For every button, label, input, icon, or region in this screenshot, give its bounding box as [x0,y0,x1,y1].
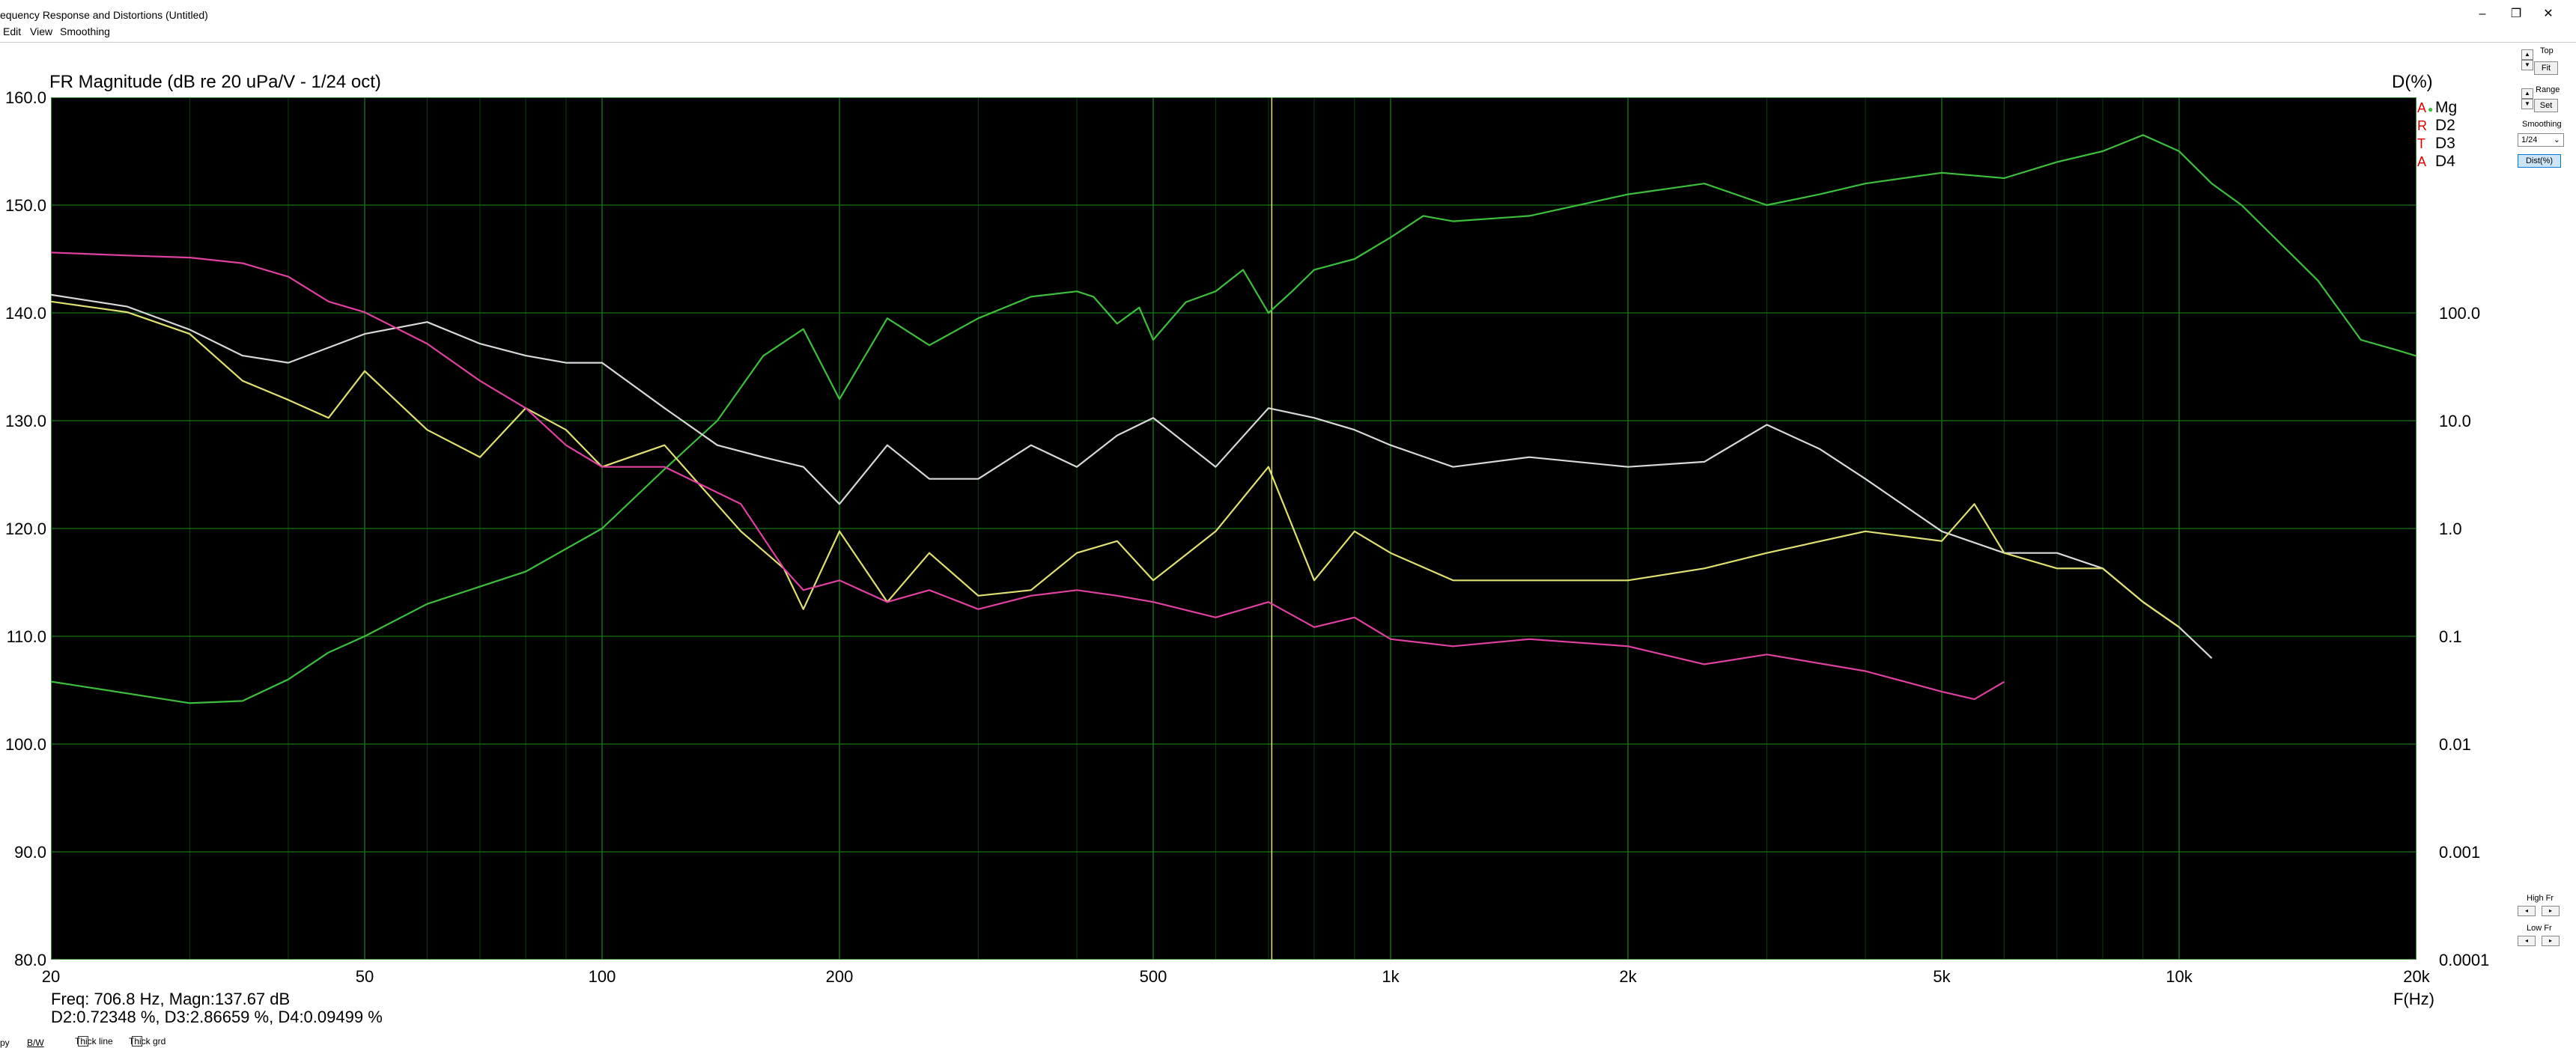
x-tick-label: 5k [1933,967,1951,986]
x-tick-label: 20k [2403,967,2430,986]
checkbox-icon [78,1036,88,1047]
low-fr-right-arrow-icon[interactable]: ▸ [2542,936,2560,946]
y2-tick-label: 0.001 [2439,843,2481,862]
top-up-arrow-icon[interactable]: ▲ [2521,49,2533,60]
minimize-button[interactable]: – [2471,4,2494,24]
x-axis-unit: F(Hz) [2393,990,2434,1008]
y-tick-label: 140.0 [4,304,46,323]
legend-label: D2 [2435,117,2455,134]
set-button[interactable]: Set [2534,99,2558,112]
dist-percent-button[interactable]: Dist(%) [2518,154,2561,168]
y2-tick-label: 10.0 [2439,412,2471,430]
x-tick-label: 10k [2166,967,2193,986]
bottom-toolbar: py B/W Thick line Thick grd [0,1036,2576,1048]
legend-item-d3[interactable]: T D3 [2417,135,2455,153]
title-bar: equency Response and Distortions (Untitl… [0,0,2576,30]
y2-tick-label: 0.0001 [2439,951,2490,969]
x-tick-label: 500 [1139,967,1167,986]
legend-art-flag: A [2417,154,2427,169]
y2-tick-label: 1.0 [2439,520,2462,538]
top-down-arrow-icon[interactable]: ▼ [2521,60,2533,70]
menu-separator [0,42,2576,43]
x-tick-label: 1k [1382,967,1400,986]
x-tick-label: 2k [1619,967,1637,986]
legend-item-d2[interactable]: R D2 [2417,117,2455,135]
smoothing-select[interactable]: 1/24 ⌄ [2518,133,2564,147]
bw-button[interactable]: B/W [27,1038,44,1048]
menu-view[interactable]: View [30,25,52,37]
legend-art-flag: R [2417,118,2427,133]
range-down-arrow-icon[interactable]: ▼ [2521,99,2533,109]
window-title: equency Response and Distortions (Untitl… [0,9,208,21]
series-dot-icon: ● [2428,104,2434,115]
chevron-down-icon: ⌄ [2553,135,2560,144]
high-fr-right-arrow-icon[interactable]: ▸ [2542,906,2560,916]
range-label: Range [2536,85,2560,94]
legend-label: D3 [2435,135,2455,152]
high-fr-label: High Fr [2527,894,2554,903]
y2-tick-label: 100.0 [2439,304,2481,323]
x-tick-label: 200 [825,967,854,986]
x-tick-label: 50 [355,967,374,986]
fit-button[interactable]: Fit [2534,61,2558,75]
y2-tick-label: 0.1 [2439,627,2462,646]
cursor-readout-distortion: D2:0.72348 %, D3:2.86659 %, D4:0.09499 % [51,1008,383,1026]
low-fr-left-arrow-icon[interactable]: ◂ [2518,936,2536,946]
high-fr-left-arrow-icon[interactable]: ◂ [2518,906,2536,916]
legend-label: Mg [2435,99,2458,116]
legend-art-flag: T [2417,136,2425,151]
smoothing-value: 1/24 [2521,135,2538,144]
y-tick-label: 160.0 [4,88,46,107]
y-tick-label: 80.0 [14,951,46,969]
low-fr-label: Low Fr [2527,924,2552,933]
copy-button[interactable]: py [0,1038,10,1048]
close-button[interactable]: ✕ [2537,4,2560,24]
restore-button[interactable]: ❐ [2505,4,2527,24]
menu-edit[interactable]: Edit [3,25,21,37]
right-axis-title: D(%) [2392,72,2433,92]
legend-item-d4[interactable]: A D4 [2417,153,2455,171]
checkbox-icon [132,1036,142,1047]
y-tick-label: 110.0 [6,627,46,646]
top-label: Top [2540,46,2554,55]
legend-label: D4 [2435,153,2455,170]
legend-item-mg[interactable]: A ● Mg [2417,99,2457,117]
fr-chart[interactable] [51,97,2416,960]
smoothing-label: Smoothing [2522,120,2562,129]
x-tick-label: 20 [41,967,61,986]
y2-tick-label: 0.01 [2439,735,2471,754]
y-tick-label: 130.0 [4,412,46,430]
legend-art-flag: A [2417,100,2427,115]
y-tick-label: 90.0 [14,843,46,862]
range-up-arrow-icon[interactable]: ▲ [2521,88,2533,99]
y-tick-label: 100.0 [4,735,46,754]
x-tick-label: 100 [588,967,616,986]
menu-smoothing[interactable]: Smoothing [60,25,110,37]
y-tick-label: 120.0 [4,520,46,538]
plot-title: FR Magnitude (dB re 20 uPa/V - 1/24 oct) [49,72,381,92]
cursor-readout-freq: Freq: 706.8 Hz, Magn:137.67 dB [51,990,291,1008]
y-tick-label: 150.0 [4,196,46,215]
